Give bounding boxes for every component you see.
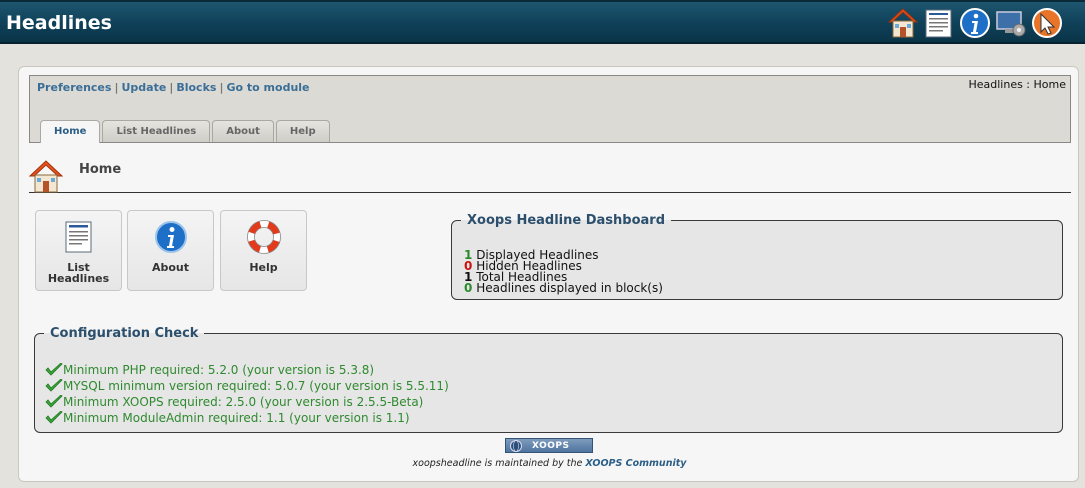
config-title: Configuration Check [50, 326, 199, 341]
xoops-community-link[interactable]: XOOPS Community [585, 458, 686, 469]
tab-help[interactable]: Help [275, 120, 330, 142]
link-separator: | [114, 81, 119, 94]
breadcrumb: Headlines : Home [968, 78, 1066, 91]
xoops-badge[interactable]: XOOPS [505, 438, 593, 453]
document-icon [62, 220, 96, 254]
dashboard-stats: 1 Displayed Headlines 0 Hidden Headlines… [464, 249, 663, 295]
checkmark-icon [45, 395, 63, 408]
home-icon [28, 159, 64, 193]
button-label: Headlines [47, 272, 110, 285]
stat-count: 0 [464, 281, 473, 295]
blocks-link[interactable]: Blocks [176, 81, 216, 94]
info-icon [154, 220, 188, 254]
main-panel: Preferences | Update | Blocks | Go to module H… [18, 66, 1079, 482]
configuration-check: Configuration Check Minimum PHP required… [34, 326, 1063, 433]
checkmark-icon [45, 363, 63, 376]
link-separator: | [169, 81, 174, 94]
tab-list-headlines[interactable]: List Headlines [102, 120, 211, 142]
tab-home[interactable]: Home [40, 120, 101, 143]
button-label: Help [249, 261, 278, 274]
document-icon[interactable] [923, 7, 955, 39]
button-label: About [151, 261, 190, 274]
config-check-text: Minimum PHP required: 5.2.0 (your versio… [63, 363, 375, 377]
config-check-row: Minimum XOOPS required: 2.5.0 (your vers… [45, 394, 449, 410]
config-check-list: Minimum PHP required: 5.2.0 (your versio… [45, 362, 449, 426]
tab-about[interactable]: About [212, 120, 274, 142]
headline-dashboard: Xoops Headline Dashboard 1 Displayed Hea… [451, 213, 1063, 300]
home-icon[interactable] [887, 7, 919, 39]
config-check-row: Minimum PHP required: 5.2.0 (your versio… [45, 362, 449, 378]
stat-row: 0 Headlines displayed in block(s) [464, 281, 663, 295]
link-separator: | [219, 81, 224, 94]
go-to-module-link[interactable]: Go to module [226, 81, 309, 94]
list-headlines-button[interactable]: List Headlines [35, 210, 122, 291]
page-title: Home [79, 162, 122, 177]
page-header: Home [28, 159, 1071, 193]
update-link[interactable]: Update [121, 81, 166, 94]
config-check-row: Minimum ModuleAdmin required: 1.1 (your … [45, 410, 449, 426]
badge-label: XOOPS [532, 441, 570, 451]
tab-strip: Home List Headlines About Help [40, 120, 330, 143]
info-icon[interactable] [959, 7, 991, 39]
config-check-text: Minimum ModuleAdmin required: 1.1 (your … [63, 411, 410, 425]
globe-icon [510, 440, 522, 452]
header-toolbar [887, 7, 1063, 39]
config-check-text: MYSQL minimum version required: 5.0.7 (y… [63, 379, 449, 393]
app-title: Headlines [6, 12, 112, 34]
checkmark-icon [45, 379, 63, 392]
about-button[interactable]: About [127, 210, 214, 291]
checkmark-icon [45, 411, 63, 424]
app-header: Headlines [0, 0, 1085, 44]
help-button[interactable]: Help [220, 210, 307, 291]
lifebuoy-icon [246, 220, 281, 254]
admin-quick-links: Preferences | Update | Blocks | Go to module [37, 81, 310, 94]
stat-label: Headlines displayed in block(s) [476, 281, 663, 295]
cursor-icon[interactable] [1031, 7, 1063, 39]
credits-text: xoopsheadline is maintained by the [412, 458, 583, 469]
config-check-text: Minimum XOOPS required: 2.5.0 (your vers… [63, 395, 424, 409]
monitor-settings-icon[interactable] [995, 7, 1027, 39]
admin-menu-bar: Preferences | Update | Blocks | Go to module H… [29, 75, 1071, 143]
config-check-row: MYSQL minimum version required: 5.0.7 (y… [45, 378, 449, 394]
dashboard-title: Xoops Headline Dashboard [467, 213, 666, 228]
maintainer-credits: xoopsheadline is maintained by the XOOPS… [19, 458, 1080, 469]
preferences-link[interactable]: Preferences [37, 81, 111, 94]
